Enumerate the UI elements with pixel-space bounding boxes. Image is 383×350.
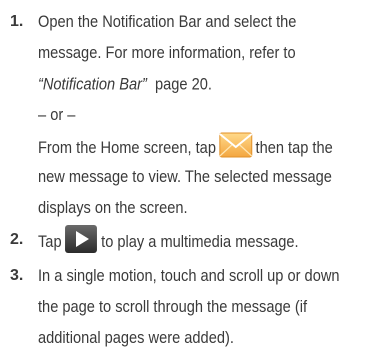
step-1-alt-line-2: new message to view. The selected messag…: [38, 167, 332, 186]
step-3-line-3: additional pages were added).: [38, 328, 234, 347]
step-3-line-1: In a single motion, touch and scroll up …: [38, 266, 340, 285]
step-1-line-2: message. For more information, refer to: [38, 43, 296, 62]
play-icon: [64, 224, 98, 254]
step-1-line-1: Open the Notification Bar and select the: [38, 12, 297, 31]
step-2-line: Tap to play a multimedia message.: [38, 225, 331, 254]
step-1-line-3: “Notification Bar” page 20.: [38, 74, 331, 95]
instruction-document: 1. Open the Notification Bar and select …: [0, 0, 383, 350]
notification-bar-reference: “Notification Bar”: [38, 74, 147, 94]
step-1-alt-line-1: From the Home screen, tap then tap the: [38, 132, 333, 160]
step-1-alt-line-3: displays on the screen.: [38, 198, 188, 217]
alt-before-text: From the Home screen, tap: [38, 138, 216, 157]
page-reference: page 20.: [155, 74, 212, 94]
or-separator: – or –: [38, 105, 76, 124]
step-2-number: 2.: [10, 231, 24, 248]
alt-after-text: then tap the: [255, 138, 333, 157]
step-3-line-2: the page to scroll through the message (…: [38, 297, 308, 316]
step-2-after-text: to play a multimedia message.: [101, 232, 299, 251]
step-1-number: 1.: [10, 13, 24, 30]
message-envelope-icon: [219, 130, 253, 160]
step-2-before-text: Tap: [38, 232, 62, 251]
step-3-number: 3.: [10, 267, 24, 284]
